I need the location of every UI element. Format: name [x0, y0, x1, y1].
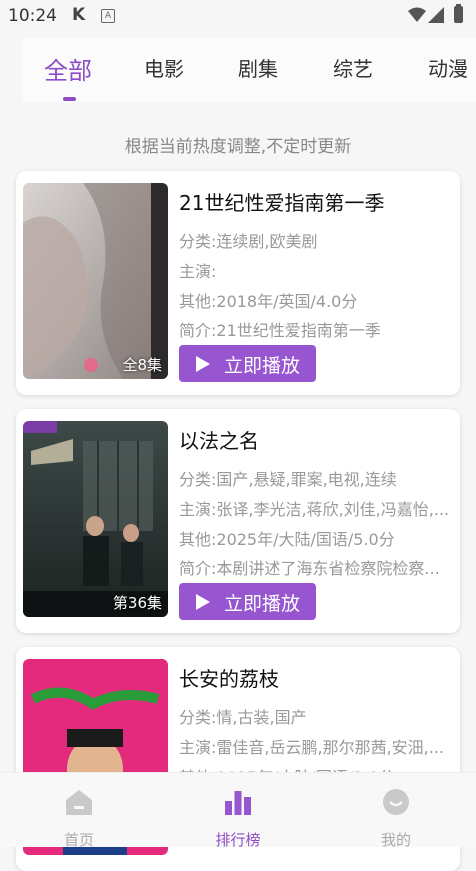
play-icon: [196, 594, 210, 610]
nav-ranking[interactable]: 排行榜: [198, 783, 278, 849]
list-item[interactable]: 第36集 以法之名 分类:国产,悬疑,罪案,电视,连续 主演:张译,李光洁,蒋欣…: [16, 409, 460, 633]
play-now-label: 立即播放: [224, 593, 301, 615]
item-category: 分类:国产,悬疑,罪案,电视,连续: [179, 470, 397, 489]
play-now-button[interactable]: 立即播放: [179, 345, 316, 382]
episode-count-badge: 第36集: [112, 594, 162, 612]
poster-art: [23, 183, 168, 379]
k-app-icon: K: [72, 5, 86, 25]
item-cast: 主演:雷佳音,岳云鹏,那尔那茜,安沺,...: [179, 738, 444, 757]
item-title[interactable]: 21世纪性爱指南第一季: [179, 187, 384, 216]
profile-icon: [383, 789, 409, 815]
nav-profile-label: 我的: [380, 831, 411, 849]
list-item[interactable]: 全8集 21世纪性爱指南第一季 分类:连续剧,欧美剧 主演: 其他:2018年/…: [16, 171, 460, 395]
status-bar: 10:24 K A: [0, 0, 476, 34]
poster-image[interactable]: 全8集: [23, 183, 168, 379]
home-icon: [66, 790, 92, 815]
item-title[interactable]: 以法之名: [179, 425, 259, 454]
episode-count-badge: 全8集: [122, 356, 162, 374]
bottom-navigation: 首页 排行榜 我的: [0, 772, 476, 849]
item-other-info: 其他:2025年/大陆/国语/5.0分: [179, 530, 395, 549]
wifi-icon: [408, 7, 426, 22]
nav-ranking-label: 排行榜: [215, 831, 261, 849]
signal-icon: [428, 7, 444, 23]
item-cast: 主演:: [179, 262, 217, 281]
tab-variety[interactable]: 综艺: [333, 53, 373, 82]
tab-movies[interactable]: 电影: [144, 53, 184, 82]
item-category: 分类:连续剧,欧美剧: [179, 232, 318, 251]
ranking-hint: 根据当前热度调整,不定时更新: [124, 137, 352, 157]
play-now-label: 立即播放: [224, 355, 301, 377]
item-category: 分类:情,古装,国产: [179, 708, 307, 727]
nav-profile[interactable]: 我的: [356, 783, 436, 849]
item-intro: 简介:本剧讲述了海东省检察院检察...: [179, 559, 440, 578]
category-tab-bar: 全部 电影 剧集 综艺 动漫: [22, 38, 476, 102]
tab-anime[interactable]: 动漫: [428, 53, 468, 82]
item-cast: 主演:张译,李光洁,蒋欣,刘佳,冯嘉怡,...: [179, 500, 450, 519]
poster-image[interactable]: 第36集: [23, 421, 168, 617]
nav-home[interactable]: 首页: [39, 783, 119, 849]
battery-icon: [454, 4, 463, 23]
poster-art: [23, 421, 168, 617]
item-other-info: 其他:2018年/英国/4.0分: [179, 292, 358, 311]
active-tab-indicator: [63, 97, 76, 101]
play-now-button[interactable]: 立即播放: [179, 583, 316, 620]
item-intro: 简介:21世纪性爱指南第一季: [179, 321, 381, 340]
ranking-icon: [225, 791, 251, 815]
a-app-icon: A: [101, 9, 115, 23]
nav-home-label: 首页: [63, 831, 94, 849]
item-title[interactable]: 长安的荔枝: [179, 663, 279, 692]
tab-all[interactable]: 全部: [44, 51, 92, 86]
status-time: 10:24: [8, 6, 57, 26]
play-icon: [196, 356, 210, 372]
tab-series[interactable]: 剧集: [238, 53, 278, 82]
